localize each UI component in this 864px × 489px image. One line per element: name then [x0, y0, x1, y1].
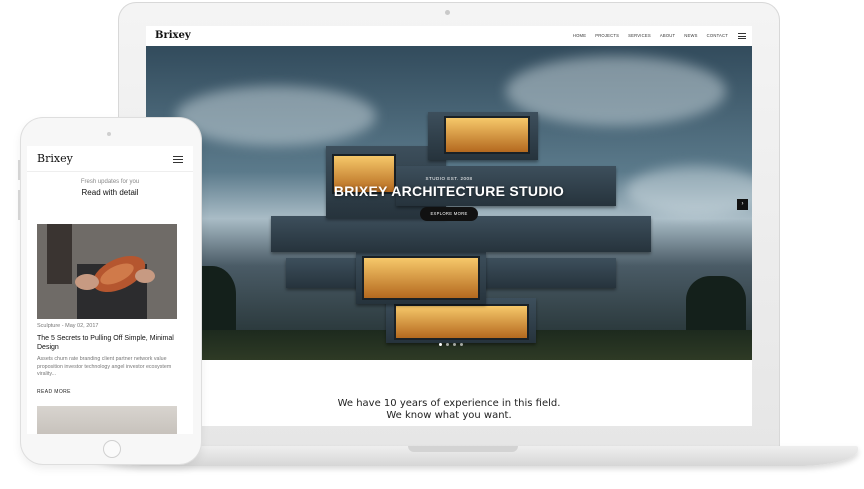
post-meta: Sculpture - May 02, 2017 [37, 323, 99, 329]
post-image[interactable] [37, 406, 177, 434]
desktop-navbar: Brixey HOME PROJECTS SERVICES ABOUT NEWS… [146, 26, 752, 46]
tagline-line: We know what you want. [386, 410, 512, 421]
slider-dot[interactable] [439, 343, 442, 346]
hamburger-icon[interactable] [738, 33, 746, 39]
building-block [271, 216, 651, 252]
laptop-camera [445, 10, 450, 15]
chevron-right-icon[interactable]: › [737, 199, 748, 210]
hero-kicker: STUDIO EST. 2008 [425, 176, 473, 181]
nav-contact[interactable]: CONTACT [707, 33, 728, 38]
tagline-line: We have 10 years of experience in this f… [337, 398, 561, 409]
phone-speaker [107, 132, 111, 136]
hands-saddle-illustration [37, 224, 177, 319]
experience-tagline: We have 10 years of experience in this f… [146, 398, 752, 422]
slider-dot[interactable] [453, 343, 456, 346]
desktop-nav-links: HOME PROJECTS SERVICES ABOUT NEWS CONTAC… [573, 33, 728, 38]
tree-shape [686, 276, 746, 336]
hero-title: BRIXEY ARCHITECTURE STUDIO [333, 183, 565, 199]
section-title: Read with detail [81, 188, 139, 197]
post-title[interactable]: The 5 Secrets to Pulling Off Simple, Min… [37, 334, 185, 352]
hamburger-icon[interactable] [173, 156, 183, 163]
post-excerpt: Assets churn rate branding client partne… [37, 356, 172, 377]
mobile-navbar: Brixey [27, 146, 193, 172]
desktop-logo[interactable]: Brixey [155, 30, 191, 41]
nav-projects[interactable]: PROJECTS [595, 33, 619, 38]
slider-dots [439, 343, 463, 346]
read-more-link[interactable]: READ MORE [37, 389, 71, 395]
cloud-shape [506, 56, 726, 126]
cloud-shape [176, 86, 376, 146]
hero-slider: STUDIO EST. 2008 BRIXEY ARCHITECTURE STU… [146, 46, 752, 360]
explore-more-button[interactable]: EXPLORE MORE [420, 207, 478, 221]
building-window [444, 116, 530, 154]
mobile-logo[interactable]: Brixey [37, 152, 73, 165]
slider-dot[interactable] [446, 343, 449, 346]
building-window [362, 256, 480, 300]
post-image[interactable] [37, 224, 177, 319]
section-subtitle: Fresh updates for you [80, 179, 140, 185]
nav-about[interactable]: ABOUT [660, 33, 675, 38]
home-button[interactable] [103, 440, 121, 458]
desktop-website: Brixey HOME PROJECTS SERVICES ABOUT NEWS… [146, 26, 752, 426]
building-window [394, 304, 529, 340]
nav-services[interactable]: SERVICES [628, 33, 651, 38]
slider-dot[interactable] [460, 343, 463, 346]
nav-news[interactable]: NEWS [684, 33, 697, 38]
laptop-notch [408, 446, 518, 452]
phone-side-button [18, 160, 20, 180]
phone-side-button [18, 190, 20, 220]
nav-home[interactable]: HOME [573, 33, 586, 38]
mobile-website: Brixey Fresh updates for you Read with d… [27, 146, 193, 434]
